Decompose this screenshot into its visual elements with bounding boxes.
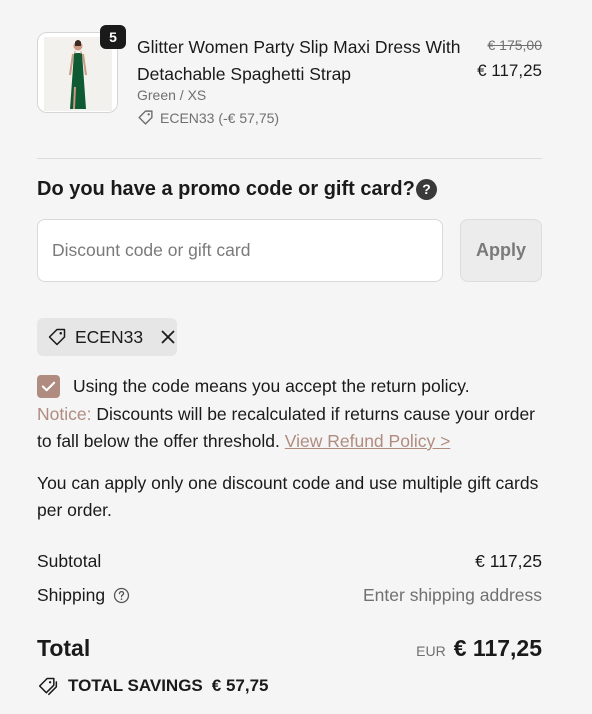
product-variant: Green / XS xyxy=(137,87,207,103)
total-row: Total EUR € 117,25 xyxy=(37,635,542,662)
shipping-row: Shipping Enter shipping address xyxy=(37,585,542,606)
divider xyxy=(37,158,542,159)
cart-item: 5 Glitter Women Party Slip Maxi Dress Wi… xyxy=(37,25,543,132)
shipping-value: Enter shipping address xyxy=(363,585,542,605)
savings-label: TOTAL SAVINGS xyxy=(68,676,203,695)
item-discount-text: ECEN33 (-€ 57,75) xyxy=(160,109,280,126)
original-price: € 175,00 xyxy=(487,37,543,53)
total-savings: TOTAL SAVINGS € 57,75 xyxy=(37,676,269,696)
accept-policy-label: Using the code means you accept the retu… xyxy=(73,376,470,396)
product-title: Glitter Women Party Slip Maxi Dress With… xyxy=(137,37,461,84)
notice-text: Notice: Discounts will be recalculated i… xyxy=(37,401,542,455)
applied-code-label: ECEN33 xyxy=(75,326,144,347)
promo-heading: Do you have a promo code or gift card? xyxy=(37,178,415,200)
subtotal-label: Subtotal xyxy=(37,551,102,571)
checkmark-icon xyxy=(41,381,56,392)
question-circle-icon[interactable] xyxy=(113,587,130,604)
item-discount: ECEN33 (-€ 57,75) xyxy=(137,109,279,126)
tag-icon xyxy=(138,110,153,125)
remove-code-button[interactable] xyxy=(161,330,175,344)
apply-button[interactable]: Apply xyxy=(460,219,542,282)
total-label: Total xyxy=(37,635,91,661)
currency-code: EUR xyxy=(416,643,446,659)
close-icon xyxy=(161,330,175,344)
discount-code-input[interactable] xyxy=(37,219,443,282)
help-icon[interactable]: ? xyxy=(416,179,437,200)
dress-image xyxy=(44,37,112,111)
item-price: € 117,25 xyxy=(477,61,542,80)
product-thumbnail-wrapper: 5 xyxy=(37,25,126,113)
double-tag-icon xyxy=(38,677,58,696)
savings-value: € 57,75 xyxy=(211,676,269,695)
discount-info-text: You can apply only one discount code and… xyxy=(37,473,539,520)
total-value: € 117,25 xyxy=(453,635,542,661)
refund-policy-link[interactable]: View Refund Policy > xyxy=(285,431,451,451)
notice-label: Notice: xyxy=(37,404,92,424)
subtotal-value: € 117,25 xyxy=(475,551,542,571)
tag-icon xyxy=(48,328,66,346)
shipping-label: Shipping xyxy=(37,585,106,605)
subtotal-row: Subtotal € 117,25 xyxy=(37,551,542,572)
accept-policy-checkbox[interactable] xyxy=(37,375,60,398)
total-amount: EUR € 117,25 xyxy=(416,635,542,662)
quantity-badge: 5 xyxy=(100,25,126,49)
shipping-label-wrap: Shipping xyxy=(37,585,130,606)
applied-code-chip: ECEN33 xyxy=(37,318,177,356)
